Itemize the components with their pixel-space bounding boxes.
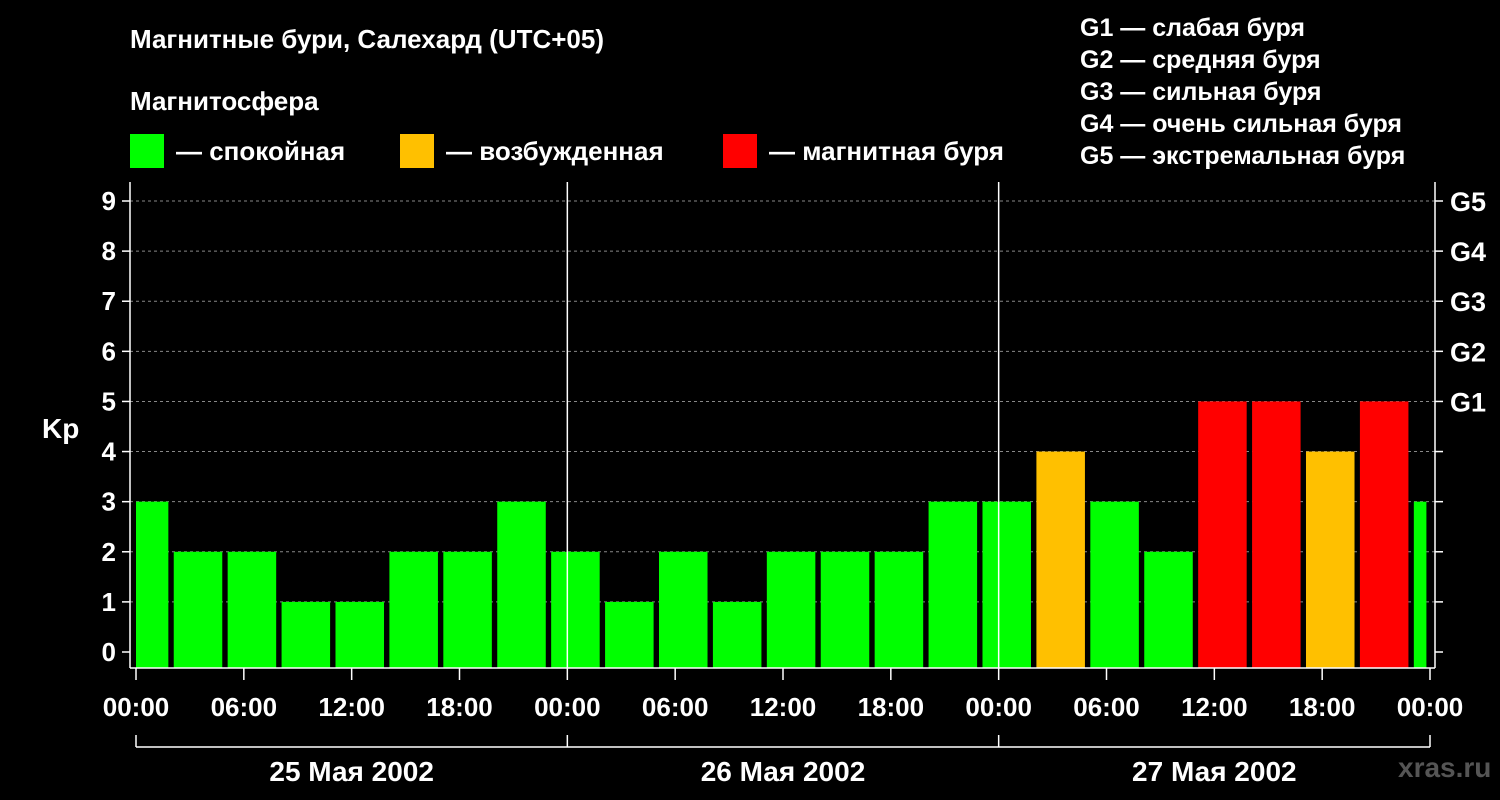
kp-bar [136,501,169,668]
y-tick-label: 5 [102,386,116,416]
g-tick-label: G2 [1450,337,1486,367]
y-tick-label: 9 [102,186,116,216]
kp-bar [658,551,708,668]
x-tick-label: 00:00 [965,692,1032,722]
g-tick-label: G3 [1450,287,1486,317]
x-tick-label: 00:00 [103,692,170,722]
kp-chart: 0 1 2 3 4 5 6 7 8 9 G1 G2 G3 G4 G5 Kp 00:00 06:00 12:00 18:… [42,182,1486,787]
y-tick-label: 1 [102,587,116,617]
x-tick-label: 06:00 [1073,692,1140,722]
kp-bar [874,551,924,668]
date-label: 26 Мая 2002 [701,756,866,787]
kp-bar [227,551,277,668]
kp-bar [335,601,385,668]
y-tick-label: 8 [102,236,116,266]
y-tick-label: 4 [102,437,117,467]
date-label: 25 Мая 2002 [269,756,434,787]
kp-bar [1252,401,1301,668]
kp-bar [820,551,870,668]
date-label: 27 Мая 2002 [1132,756,1297,787]
x-tick-label: 00:00 [534,692,601,722]
y-tick-label: 3 [102,487,116,517]
kp-bar [1144,551,1193,668]
x-tick-label: 06:00 [642,692,709,722]
g-tick-label: G1 [1450,387,1486,417]
kp-bar [1090,501,1139,668]
watermark: xras.ru [1398,752,1492,783]
x-tick-label: 00:00 [1397,692,1464,722]
kp-bar [281,601,331,668]
kp-bar [928,501,978,668]
x-tick-label: 18:00 [426,692,493,722]
kp-bar [173,551,223,668]
x-tick-label: 12:00 [318,692,385,722]
y-tick-label: 7 [102,286,116,316]
kp-bar [1198,401,1247,668]
kp-bar [605,601,654,668]
g-tick-label: G5 [1450,187,1486,217]
y-tick-label: 2 [102,537,116,567]
x-tick-label: 18:00 [1289,692,1356,722]
kp-bar [497,501,546,668]
kp-bar [1413,501,1427,668]
y-tick-label: 6 [102,336,116,366]
kp-bar [1359,401,1409,668]
kp-bar [982,501,1032,668]
kp-bar [1036,451,1085,668]
x-tick-label: 12:00 [1181,692,1248,722]
y-tick-label: 0 [102,637,116,667]
x-tick-label: 12:00 [750,692,817,722]
x-tick-label: 18:00 [858,692,925,722]
kp-bar [551,551,600,668]
kp-bar [766,551,816,668]
kp-bar [443,551,492,668]
kp-bar [389,551,438,668]
g-tick-label: G4 [1450,237,1486,267]
y-axis-label: Kp [42,413,79,444]
x-tick-label: 06:00 [211,692,278,722]
kp-bar [1305,451,1355,668]
kp-bar [712,601,762,668]
